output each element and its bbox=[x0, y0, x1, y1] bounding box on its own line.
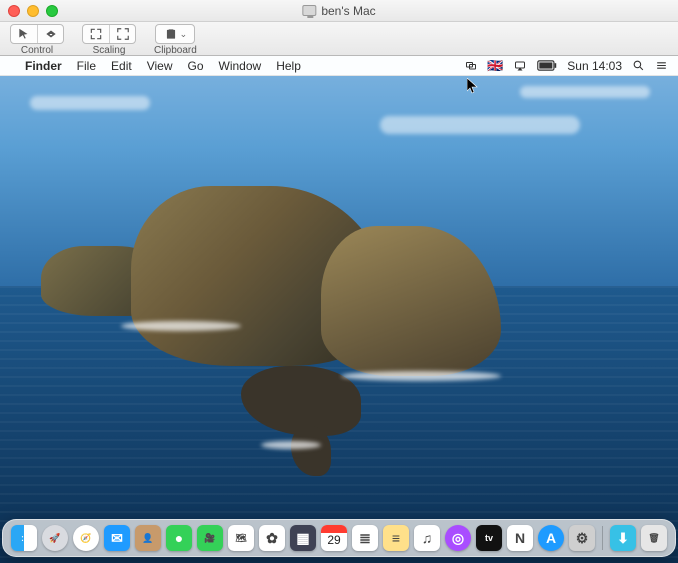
menu-file[interactable]: File bbox=[77, 59, 96, 73]
menubar-app-name[interactable]: Finder bbox=[25, 59, 62, 73]
vnc-window-titlebar: ben's Mac bbox=[0, 0, 678, 22]
dock-app-downloads[interactable]: ⬇ bbox=[610, 525, 636, 551]
displays-icon[interactable] bbox=[465, 60, 477, 72]
finder-icon: ːː bbox=[21, 533, 27, 543]
safari-icon: 🧭 bbox=[80, 533, 91, 544]
dock-app-tv[interactable]: tv bbox=[476, 525, 502, 551]
close-window-button[interactable] bbox=[8, 5, 20, 17]
calendar-date: 29 bbox=[321, 533, 347, 547]
dock-app-music[interactable]: ♫ bbox=[414, 525, 440, 551]
toolbar-group-control: Control bbox=[10, 24, 64, 56]
trash-icon: 🗑 bbox=[648, 533, 659, 544]
messages-icon: ● bbox=[175, 530, 183, 546]
app-store-icon: A bbox=[546, 530, 556, 546]
dock-app-maps[interactable]: 🗺 bbox=[228, 525, 254, 551]
system-preferences-icon: ⚙ bbox=[576, 530, 589, 547]
dock-separator bbox=[602, 526, 603, 550]
menu-help[interactable]: Help bbox=[276, 59, 301, 73]
dock-app-contacts[interactable]: 👤 bbox=[135, 525, 161, 551]
photos-icon: ✿ bbox=[266, 530, 278, 547]
wallpaper-island bbox=[41, 176, 556, 406]
podcasts-icon: ◎ bbox=[452, 530, 464, 547]
dock-app-reminders[interactable]: ≣ bbox=[352, 525, 378, 551]
control-center-icon[interactable] bbox=[655, 59, 668, 72]
control-mode-button[interactable] bbox=[11, 25, 37, 43]
contacts-icon: 👤 bbox=[142, 533, 153, 544]
dock-app-messages[interactable]: ● bbox=[166, 525, 192, 551]
toolbar-group-clipboard: ⌄ Clipboard bbox=[154, 24, 197, 56]
dock-app-trash[interactable]: 🗑 bbox=[641, 525, 667, 551]
clipboard-menu-button[interactable]: ⌄ bbox=[156, 25, 194, 43]
facetime-icon: 🎥 bbox=[204, 533, 215, 544]
dock-app-launchpad[interactable]: 🚀 bbox=[42, 525, 68, 551]
dock-app-system-preferences[interactable]: ⚙ bbox=[569, 525, 595, 551]
mission-control-icon: ▦ bbox=[296, 530, 309, 547]
dock-app-photos[interactable]: ✿ bbox=[259, 525, 285, 551]
dock-app-mail[interactable]: ✉ bbox=[104, 525, 130, 551]
screen-sharing-icon bbox=[302, 5, 316, 16]
spotlight-icon[interactable] bbox=[632, 59, 645, 72]
window-title: ben's Mac bbox=[302, 4, 375, 18]
launchpad-icon: 🚀 bbox=[49, 533, 60, 544]
macos-menubar: Finder File Edit View Go Window Help 🇬🇧 … bbox=[0, 56, 678, 76]
dock-app-facetime[interactable]: 🎥 bbox=[197, 525, 223, 551]
mail-icon: ✉ bbox=[111, 530, 123, 547]
toolbar-label-clipboard: Clipboard bbox=[154, 45, 197, 56]
menu-edit[interactable]: Edit bbox=[111, 59, 132, 73]
input-source-icon[interactable]: 🇬🇧 bbox=[487, 58, 503, 74]
dock-app-notes[interactable]: ≡ bbox=[383, 525, 409, 551]
menu-view[interactable]: View bbox=[147, 59, 173, 73]
menubar-clock[interactable]: Sun 14:03 bbox=[567, 59, 622, 73]
dock-app-app-store[interactable]: A bbox=[538, 525, 564, 551]
vnc-toolbar: Control Scaling ⌄ Clipboard bbox=[0, 22, 678, 56]
full-size-button[interactable] bbox=[109, 25, 135, 43]
fit-to-window-button[interactable] bbox=[83, 25, 109, 43]
notes-icon: ≡ bbox=[392, 530, 400, 546]
window-controls bbox=[8, 5, 58, 17]
dock-app-podcasts[interactable]: ◎ bbox=[445, 525, 471, 551]
remote-desktop[interactable]: Finder File Edit View Go Window Help 🇬🇧 … bbox=[0, 56, 678, 563]
tv-icon: tv bbox=[485, 533, 493, 543]
zoom-window-button[interactable] bbox=[46, 5, 58, 17]
toolbar-group-scaling: Scaling bbox=[82, 24, 136, 56]
minimize-window-button[interactable] bbox=[27, 5, 39, 17]
news-icon: N bbox=[515, 530, 525, 546]
dock-app-finder[interactable]: ːː bbox=[11, 525, 37, 551]
maps-icon: 🗺 bbox=[235, 533, 246, 544]
battery-icon[interactable] bbox=[537, 60, 557, 71]
observe-mode-button[interactable] bbox=[37, 25, 63, 43]
dock-app-safari[interactable]: 🧭 bbox=[73, 525, 99, 551]
dock-app-mission-control[interactable]: ▦ bbox=[290, 525, 316, 551]
menu-window[interactable]: Window bbox=[219, 59, 262, 73]
dock-app-calendar[interactable]: 29 bbox=[321, 525, 347, 551]
chevron-down-icon: ⌄ bbox=[180, 29, 188, 40]
window-title-text: ben's Mac bbox=[321, 4, 375, 18]
dock-app-news[interactable]: N bbox=[507, 525, 533, 551]
menu-go[interactable]: Go bbox=[188, 59, 204, 73]
toolbar-label-control: Control bbox=[21, 45, 53, 56]
airplay-icon[interactable] bbox=[513, 60, 527, 72]
dock: ːː 🚀 🧭 ✉ 👤 ● 🎥 🗺 ✿ ▦ 29 ≣ ≡ ♫ ◎ tv N A ⚙ ⬇ 🗑 bbox=[2, 519, 676, 557]
downloads-icon: ⬇ bbox=[617, 530, 629, 547]
music-icon: ♫ bbox=[422, 530, 433, 546]
toolbar-label-scaling: Scaling bbox=[93, 45, 126, 56]
reminders-icon: ≣ bbox=[359, 530, 371, 547]
